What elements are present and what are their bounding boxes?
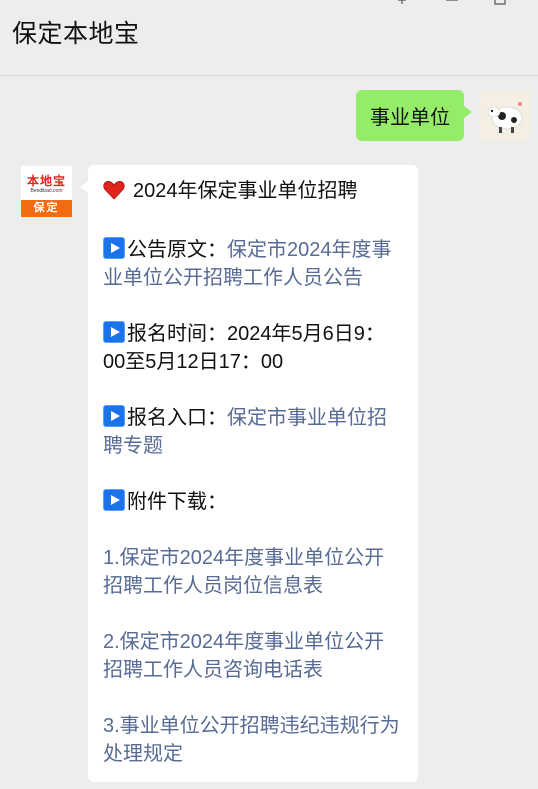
avatar-logo-subtext: Bendibao.com [30, 188, 63, 194]
title-bar: 保定本地宝 [0, 0, 538, 76]
heart-icon [103, 180, 125, 208]
avatar-city-label: 保定 [21, 200, 72, 217]
play-icon [103, 237, 125, 259]
attachment-link[interactable]: 1.保定市2024年度事业单位公开招聘工作人员岗位信息表 [103, 544, 403, 600]
registration-entry-line: 报名入口：保定市事业单位招聘专题 [103, 404, 403, 460]
attachment-link[interactable]: 3.事业单位公开招聘违纪违规行为处理规定 [103, 712, 403, 768]
announcement-label: 公告原文： [127, 239, 227, 261]
outgoing-message-bubble[interactable]: 事业单位 [356, 90, 472, 141]
incoming-message-bubble: 2024年保定事业单位招聘 公告原文：保定市2024年度事业单位公开招聘工作人员… [80, 165, 418, 782]
attachments-line: 附件下载： [103, 488, 403, 516]
avatar-logo-text: 本地宝 [26, 174, 66, 188]
pin-icon[interactable] [394, 0, 412, 10]
attachments-label: 附件下载： [127, 491, 227, 513]
outgoing-message-row: 事业单位 [356, 90, 530, 141]
maximize-icon[interactable] [492, 0, 510, 10]
user-avatar[interactable] [480, 90, 530, 140]
registration-time-line: 报名时间：2024年5月6日9：00至5月12日17：00 [103, 320, 403, 376]
play-icon [103, 321, 125, 343]
minimize-icon[interactable] [444, 0, 462, 10]
message-heading-line: 2024年保定事业单位招聘 [103, 177, 403, 208]
message-heading: 2024年保定事业单位招聘 [133, 180, 358, 202]
play-icon [103, 489, 125, 511]
registration-entry-label: 报名入口： [127, 407, 227, 429]
announcement-line: 公告原文：保定市2024年度事业单位公开招聘工作人员公告 [103, 236, 403, 292]
attachment-link[interactable]: 2.保定市2024年度事业单位公开招聘工作人员咨询电话表 [103, 628, 403, 684]
incoming-message-row: 本地宝 Bendibao.com 保定 2024年保定事业单位招聘 公告原文：保… [20, 165, 418, 782]
play-icon [103, 405, 125, 427]
chat-title: 保定本地宝 [12, 20, 140, 48]
registration-time-label: 报名时间： [127, 323, 227, 345]
bot-avatar[interactable]: 本地宝 Bendibao.com 保定 [20, 165, 73, 218]
